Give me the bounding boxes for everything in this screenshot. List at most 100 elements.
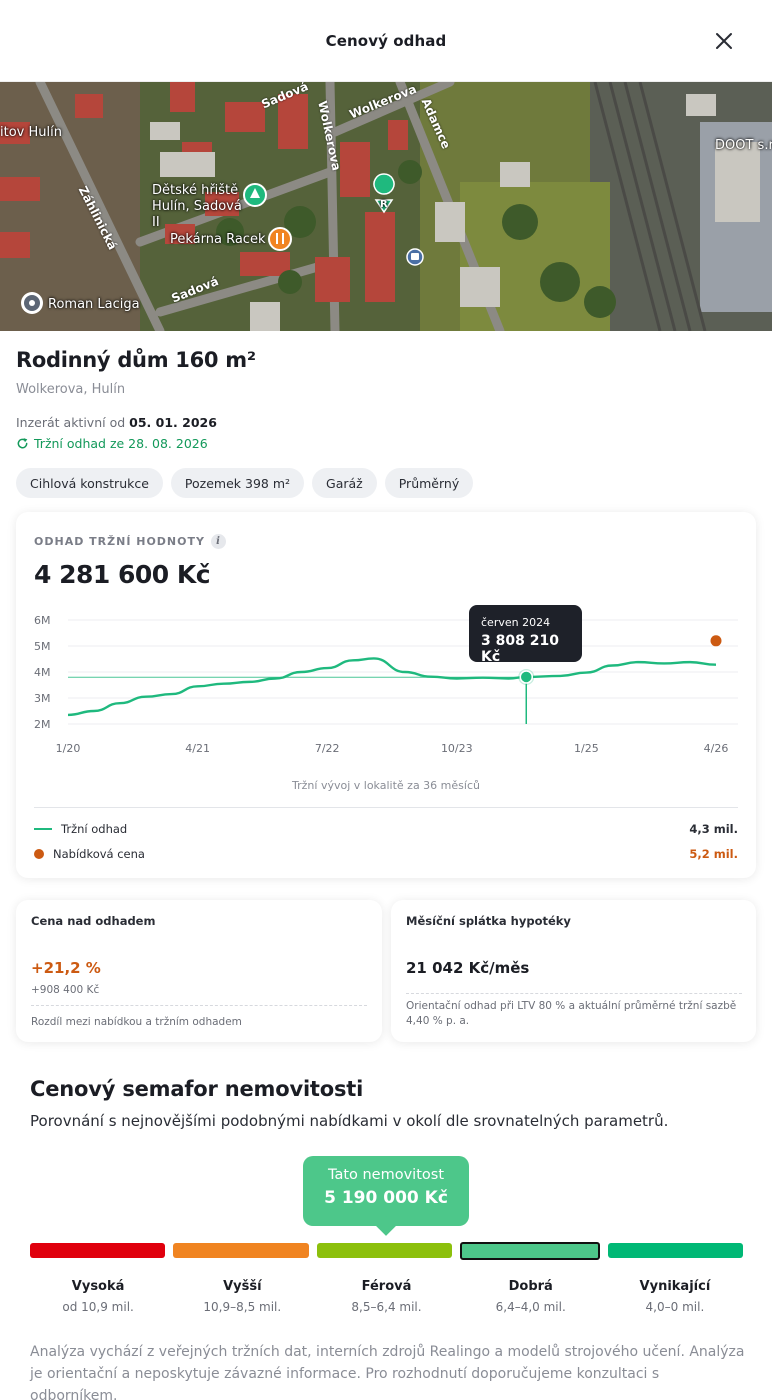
- y-tick-label: 2M: [34, 718, 51, 731]
- y-tick-label: 3M: [34, 692, 51, 705]
- valuation-label-text: ODHAD TRŽNÍ HODNOTY: [34, 535, 205, 548]
- semaphore-level-2: Vyšší 10,9–8,5 mil.: [174, 1279, 310, 1314]
- semaphore-level-range: 6,4–4,0 mil.: [495, 1300, 566, 1314]
- semaphore-level-range: od 10,9 mil.: [62, 1300, 134, 1314]
- semaphore-level-5: Vynikající 4,0–0 mil.: [607, 1279, 743, 1314]
- above-estimate-amount: +908 400 Kč: [31, 984, 100, 996]
- semaphore-level-name: Vynikající: [639, 1279, 711, 1294]
- semaphore-level-3: Férová 8,5–6,4 mil.: [318, 1279, 454, 1314]
- valuation-value: 4 281 600 Kč: [34, 560, 211, 589]
- bus-stop-icon[interactable]: [406, 248, 424, 266]
- tooltip-date: červen 2024: [481, 616, 551, 629]
- valuation-card: ODHAD TRŽNÍ HODNOTY i 4 281 600 Kč 6M 5M 4…: [16, 512, 756, 878]
- listing-active-since: Inzerát aktivní od 05. 01. 2026: [16, 415, 756, 430]
- info-icon[interactable]: i: [210, 534, 226, 549]
- disclaimer: Analýza vychází z veřejných tržních dat,…: [30, 1344, 745, 1400]
- mortgage-title: Měsíční splátka hypotéky: [406, 914, 571, 928]
- badge-arrow: [376, 1216, 396, 1236]
- refresh-icon: [17, 438, 28, 449]
- mortgage-divider: [406, 993, 742, 994]
- semaphore-level-name: Dobrá: [508, 1279, 553, 1294]
- above-estimate-percent: +21,2 %: [31, 959, 101, 977]
- legend-divider: [34, 807, 738, 808]
- map-label-company: DOOT s.r: [715, 138, 772, 153]
- legend-offer-price: Nabídková cena 5,2 mil.: [34, 845, 738, 863]
- chart-caption: Tržní vývoj v lokalitě za 36 měsíců: [292, 779, 480, 792]
- highlight-point: [519, 670, 534, 684]
- modal-title: Cenový odhad: [325, 31, 447, 50]
- x-tick-label: 1/20: [56, 742, 81, 755]
- listing-address: Wolkerova, Hulín: [16, 382, 126, 397]
- semaphore-bar-1: [30, 1243, 166, 1258]
- x-tick-label: 4/26: [704, 742, 729, 755]
- semaphore-level-range: 4,0–0 mil.: [645, 1300, 705, 1314]
- badge-value: 5 190 000 Kč: [324, 1188, 448, 1208]
- map-label-left-place: itov Hulín: [0, 125, 62, 140]
- place-pin-letter: R: [380, 199, 388, 210]
- tree-pin-icon[interactable]: [243, 183, 267, 207]
- legend-offer-price-label: Nabídková cena: [53, 847, 145, 861]
- map-label-bakery: Pekárna Racek: [170, 232, 266, 247]
- semaphore-level-name: Vysoká: [71, 1279, 125, 1294]
- y-tick-label: 6M: [34, 614, 51, 627]
- legend-line-icon: [34, 828, 52, 830]
- x-tick-label: 7/22: [315, 742, 340, 755]
- listing-title: Rodinný dům 160 m²: [16, 348, 256, 372]
- semaphore-level-range: 10,9–8,5 mil.: [203, 1300, 282, 1314]
- listing-info: Rodinný dům 160 m² Wolkerova, Hulín Inze…: [16, 348, 756, 451]
- map-label-playground: Dětské hřiště Hulín, Sadová II: [152, 183, 242, 230]
- above-estimate-divider: [31, 1005, 367, 1006]
- map-label-person: Roman Laciga: [48, 297, 140, 312]
- valuation-label: ODHAD TRŽNÍ HODNOTY i: [34, 534, 226, 549]
- estimate-text: Tržní odhad ze 28. 08. 2026: [34, 436, 208, 451]
- property-tags: Cihlová konstrukce Pozemek 398 m² Garáž …: [16, 468, 474, 498]
- semaphore-level-range: 8,5–6,4 mil.: [351, 1300, 422, 1314]
- semaphore-bar-4: [460, 1241, 600, 1260]
- above-estimate-note: Rozdíl mezi nabídkou a tržním odhadem: [31, 1016, 242, 1028]
- legend-market-estimate: Tržní odhad 4,3 mil.: [34, 820, 738, 838]
- satellite-map[interactable]: itov Hulín DOOT s.r Dětské hřiště Hulín,…: [0, 82, 772, 331]
- y-tick-label: 4M: [34, 666, 51, 679]
- above-estimate-title: Cena nad odhadem: [31, 914, 156, 928]
- semaphore-bars: [30, 1241, 744, 1260]
- legend-market-estimate-label: Tržní odhad: [61, 822, 128, 836]
- semaphore-subtitle: Porovnání s nejnovějšími podobnými nabíd…: [30, 1112, 669, 1130]
- person-pin-icon[interactable]: [21, 292, 43, 314]
- active-prefix: Inzerát aktivní od: [16, 415, 126, 430]
- mortgage-value: 21 042 Kč/měs: [406, 959, 530, 977]
- semaphore-level-name: Férová: [361, 1279, 412, 1294]
- chart-tooltip: červen 2024 3 808 210 Kč: [469, 605, 582, 665]
- semaphore-level-1: Vysoká od 10,9 mil.: [30, 1279, 166, 1314]
- semaphore-bar-5: [607, 1243, 744, 1258]
- market-estimate-date: Tržní odhad ze 28. 08. 2026: [16, 436, 756, 451]
- chip-plot: Pozemek 398 m²: [170, 468, 305, 498]
- this-property-badge: Tato nemovitost 5 190 000 Kč: [303, 1156, 469, 1236]
- chip-construction: Cihlová konstrukce: [16, 468, 163, 498]
- tooltip-value: 3 808 210 Kč: [481, 633, 559, 665]
- mortgage-note: Orientační odhad při LTV 80 % a aktuální…: [406, 1000, 737, 1027]
- bakery-pin-icon[interactable]: [268, 227, 292, 251]
- badge-label: Tato nemovitost: [327, 1167, 445, 1183]
- close-icon[interactable]: [714, 31, 734, 51]
- modal-header: Cenový odhad: [0, 0, 772, 82]
- offer-price-point: [710, 635, 722, 647]
- semaphore-bar-3: [316, 1243, 453, 1258]
- semaphore-labels: Vysoká od 10,9 mil. Vyšší 10,9–8,5 mil. Féro…: [30, 1279, 743, 1314]
- semaphore-bar-2: [173, 1243, 309, 1258]
- chip-garage: Garáž: [312, 468, 377, 498]
- price-above-estimate-card: Cena nad odhadem +21,2 % +908 400 Kč Roz…: [16, 900, 382, 1042]
- semaphore-title: Cenový semafor nemovitosti: [30, 1077, 364, 1101]
- semaphore-level-4: Dobrá 6,4–4,0 mil.: [463, 1279, 599, 1314]
- legend-market-estimate-value: 4,3 mil.: [689, 822, 738, 836]
- mortgage-payment-card: Měsíční splátka hypotéky 21 042 Kč/měs O…: [391, 900, 756, 1042]
- market-estimate-line: [67, 657, 717, 717]
- x-tick-label: 4/21: [185, 742, 210, 755]
- semaphore-level-name: Vyšší: [223, 1279, 262, 1294]
- y-tick-label: 5M: [34, 640, 51, 653]
- x-tick-label: 1/25: [574, 742, 599, 755]
- active-date: 05. 01. 2026: [129, 415, 217, 430]
- chip-condition: Průměrný: [384, 468, 474, 498]
- legend-dot-icon: [34, 849, 44, 859]
- x-tick-label: 10/23: [441, 742, 473, 755]
- legend-offer-price-value: 5,2 mil.: [689, 847, 738, 861]
